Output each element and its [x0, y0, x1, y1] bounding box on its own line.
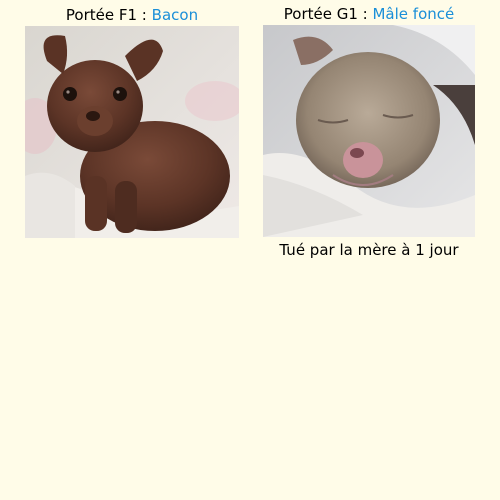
litter-card-g1: Portée G1 : Mâle foncé Tué par la mère à…: [263, 3, 475, 260]
page: Portée F1 : Bacon Portée G1: Mâle foncé…: [0, 0, 500, 500]
sleeping-newborn-puppy-photo[interactable]: [263, 25, 475, 237]
puppy-name-link[interactable]: Bacon: [152, 6, 198, 24]
brown-puppy-photo[interactable]: [25, 26, 239, 238]
litter-caption: Portée F1 : Bacon: [25, 4, 239, 26]
litter-caption: Portée G1 : Mâle foncé: [263, 3, 475, 25]
litter-card-f1: Portée F1 : Bacon: [25, 4, 239, 238]
litter-label: Portée F1 :: [65, 6, 147, 24]
litter-note: Tué par la mère à 1 jour: [279, 241, 459, 259]
litter-label: Portée G1 :: [283, 5, 368, 23]
puppy-name-link[interactable]: Mâle foncé: [372, 5, 454, 23]
